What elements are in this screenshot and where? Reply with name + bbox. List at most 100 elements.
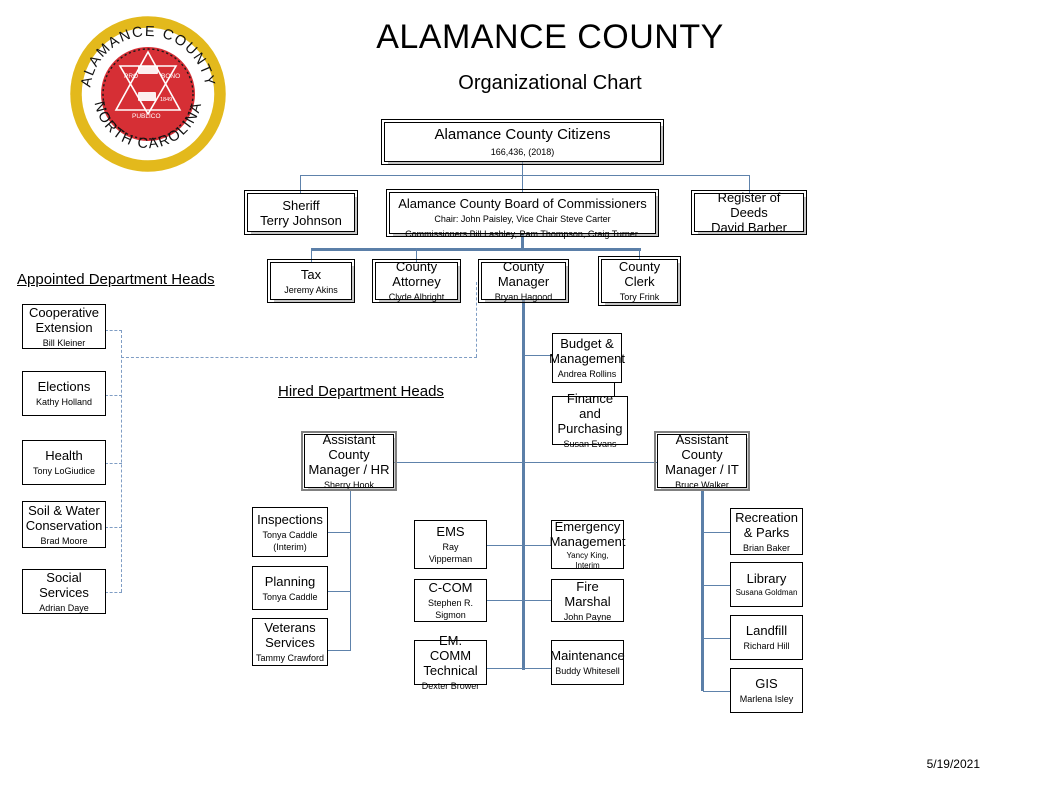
box-title-2: Conservation [25, 517, 103, 533]
box-title: Assistant County [322, 431, 376, 462]
box-fire-marshal[interactable]: Fire Marshal John Payne [551, 579, 624, 622]
dashed-connector [105, 395, 122, 396]
box-title: Landfill [745, 623, 788, 638]
box-title: EM. COMM [429, 633, 472, 663]
box-em-comm-technical[interactable]: EM. COMM Technical Dexter Brower [414, 633, 487, 691]
box-subtitle: Terry Johnson [260, 212, 342, 228]
page-subtitle: Organizational Chart [458, 72, 642, 94]
box-budget-management[interactable]: Budget & Management Andrea Rollins [549, 333, 625, 383]
connector [327, 650, 351, 651]
box-subtitle: Stephen R. Sigmon [427, 598, 474, 620]
box-finance-purchasing[interactable]: Finance and Purchasing Susan Evans [552, 391, 628, 449]
box-cooperative-extension[interactable]: Cooperative Extension Bill Kleiner [22, 304, 106, 349]
box-title-2: Purchasing [557, 421, 623, 436]
box-subtitle: Ray [442, 542, 459, 552]
connector [703, 532, 730, 533]
box-health[interactable]: Health Tony LoGiudice [22, 440, 106, 485]
connector [701, 491, 704, 691]
box-title: Cooperative [28, 304, 100, 320]
box-subtitle: Brad Moore [40, 535, 88, 546]
box-title-2: Manager / IT [665, 461, 739, 477]
box-title-2: Services [265, 635, 315, 650]
box-planning[interactable]: Planning Tonya Caddle [252, 566, 328, 610]
box-tax[interactable]: Tax Jeremy Akins [267, 259, 355, 303]
date-stamp: 5/19/2021 [926, 757, 980, 771]
box-title: Sheriff [282, 197, 320, 213]
box-title: Budget & [560, 336, 614, 351]
box-title: EMS [436, 524, 465, 539]
dashed-connector [476, 282, 477, 357]
hired-department-heads-label: Hired Department Heads [278, 383, 444, 400]
box-subtitle: Andrea Rollins [557, 369, 617, 379]
box-subtitle: Jeremy Akins [284, 284, 338, 295]
dashed-connector [105, 527, 122, 528]
box-title: Elections [37, 379, 91, 394]
box-veterans-services[interactable]: Veterans Services Tammy Crawford [252, 618, 328, 666]
connector [327, 532, 351, 533]
connector [300, 175, 301, 193]
box-subtitle: Susan Evans [563, 439, 617, 449]
box-title: Social Services [39, 569, 89, 600]
box-title: County [618, 259, 661, 274]
box-landfill[interactable]: Landfill Richard Hill [730, 615, 803, 660]
box-subtitle: Bruce Walker [675, 479, 729, 490]
box-title-2: & Parks [743, 524, 790, 540]
box-title: Soil & Water [28, 502, 100, 518]
box-county-manager[interactable]: County Manager Bryan Hagood [478, 259, 569, 303]
connector [703, 638, 730, 639]
box-subtitle: David Barber [711, 220, 787, 235]
box-title: Assistant County [675, 431, 729, 462]
box-ccom[interactable]: C-COM Stephen R. Sigmon [414, 579, 487, 622]
box-title: Inspections [257, 511, 323, 527]
box-subtitle: Marlena Isley [739, 694, 794, 704]
svg-text:PUBLICO: PUBLICO [132, 113, 161, 120]
box-subtitle: Tony LoGiudice [32, 466, 96, 476]
box-subtitle: John Payne [563, 611, 612, 622]
alamance-county-seal: PRO BONO 1849 PUBLICO ALAMANCE COUNTY NO… [68, 14, 228, 174]
connector [487, 600, 553, 601]
connector [350, 491, 351, 650]
box-title: County Attorney [392, 259, 441, 289]
box-subtitle: Yancy King, Interim [566, 550, 609, 570]
connector [522, 175, 523, 193]
box-title: Alamance County Board of Commissioners [398, 196, 647, 211]
connector [703, 585, 730, 586]
box-title-2: Technical [423, 663, 478, 678]
box-elections[interactable]: Elections Kathy Holland [22, 371, 106, 416]
box-recreation-parks[interactable]: Recreation & Parks Brian Baker [730, 508, 803, 555]
box-social-services[interactable]: Social Services Adrian Daye [22, 569, 106, 614]
box-title-2: Clerk [624, 274, 655, 289]
box-library[interactable]: Library Susana Goldman [730, 562, 803, 607]
box-gis[interactable]: GIS Marlena Isley [730, 668, 803, 713]
box-emergency-management[interactable]: Emergency Management Yancy King, Interim [549, 519, 626, 570]
box-ems[interactable]: EMS Ray Vipperman [414, 520, 487, 569]
box-county-attorney[interactable]: County Attorney Clyde Albright [372, 259, 461, 303]
box-citizens[interactable]: Alamance County Citizens 166,436, (2018) [381, 119, 664, 165]
connector [522, 161, 523, 175]
box-subtitle: Bill Kleiner [42, 337, 86, 348]
box-title: Tax [300, 266, 322, 282]
appointed-department-heads-label: Appointed Department Heads [17, 271, 215, 288]
box-title: Fire Marshal [564, 578, 611, 609]
box-sheriff[interactable]: Sheriff Terry Johnson [244, 190, 358, 235]
box-board-of-commissioners[interactable]: Alamance County Board of Commissioners C… [386, 189, 659, 239]
box-soil-water-conservation[interactable]: Soil & Water Conservation Brad Moore [22, 501, 106, 548]
box-title-2: Extension [35, 319, 93, 335]
org-chart-page: PRO BONO 1849 PUBLICO ALAMANCE COUNTY NO… [0, 0, 1052, 791]
box-assistant-county-manager-hr[interactable]: Assistant County Manager / HR Sherry Hoo… [301, 431, 397, 491]
box-inspections[interactable]: Inspections Tonya Caddle (Interim) [252, 507, 328, 557]
box-subtitle: Tonya Caddle [262, 591, 318, 602]
box-title-2: Management [549, 533, 626, 549]
box-maintenance[interactable]: Maintenance Buddy Whitesell [550, 640, 625, 685]
box-title: Recreation [735, 509, 798, 525]
box-subtitle: Sherry Hook [323, 479, 375, 490]
box-subtitle: Dexter Brower [421, 681, 480, 691]
box-subtitle: Susana Goldman [735, 588, 798, 597]
box-county-clerk[interactable]: County Clerk Tory Frink [598, 256, 681, 306]
box-subtitle: Tory Frink [619, 292, 660, 302]
box-subtitle: Brian Baker [742, 542, 791, 553]
box-register-of-deeds[interactable]: Register of Deeds David Barber [691, 190, 807, 235]
box-assistant-county-manager-it[interactable]: Assistant County Manager / IT Bruce Walk… [654, 431, 750, 491]
connector [703, 691, 730, 692]
connector [300, 175, 750, 176]
